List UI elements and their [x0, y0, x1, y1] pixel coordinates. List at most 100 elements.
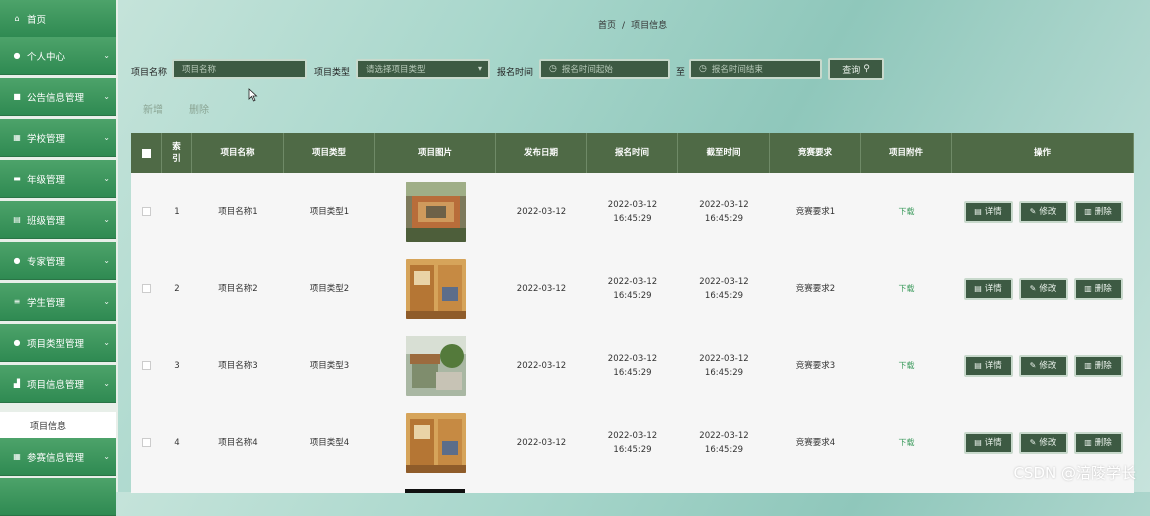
cell-text: 2022-03-12 16:45:29 [607, 430, 658, 455]
breadcrumb-home[interactable]: 首页 [598, 21, 616, 31]
sidebar-item-label: 学校管理 [27, 133, 66, 145]
detail-button[interactable]: ▤ 详情 [963, 354, 1013, 377]
detail-button[interactable]: ▤ 详情 [963, 200, 1013, 223]
chevron-down-icon: ⌄ [103, 133, 110, 142]
delete-button[interactable]: ▥ 删除 [1073, 200, 1123, 223]
cell-text: 项目名称4 [218, 437, 258, 448]
sidebar-item[interactable]: ● 专家管理 ⌄ [0, 242, 116, 280]
sidebar-item[interactable]: ▦ 学校管理 ⌄ [0, 119, 116, 157]
header-label: 索引 [172, 142, 181, 164]
chevron-down-icon: ⌄ [103, 379, 110, 388]
sidebar-item[interactable]: ⌂ 首页 [0, 0, 116, 38]
header-image: 项目图片 [375, 133, 496, 173]
cell-text: 4 [174, 437, 180, 448]
header-date: 发布日期 [496, 133, 587, 173]
name-search-input[interactable]: 项目名称 [172, 59, 307, 79]
checkbox[interactable] [141, 148, 151, 158]
edit-button[interactable]: ✎ 修改 [1018, 277, 1068, 300]
sidebar-item[interactable]: ▬ 年级管理 ⌄ [0, 160, 116, 198]
button-label: 修改 [1039, 437, 1057, 448]
cell-index: 2 [162, 250, 192, 327]
cell-start: 2022-03-12 16:45:29 [587, 173, 678, 250]
pencil-icon: ✎ [1029, 360, 1037, 370]
delete-button[interactable]: ▥ 删除 [1073, 431, 1123, 454]
cell-text: 项目类型4 [309, 437, 350, 448]
breadcrumb-current: 项目信息 [631, 21, 668, 31]
select-all-checkbox[interactable] [131, 133, 162, 173]
time-end-input[interactable]: ◷ 报名时间结束 [689, 59, 822, 79]
sidebar-item-partial[interactable] [0, 478, 116, 516]
search-button[interactable]: 查询 ⚲ [828, 58, 884, 80]
cell-image [375, 250, 496, 327]
sidebar-item-label: 班级管理 [27, 215, 66, 227]
cell-name: 项目名称2 [192, 250, 284, 327]
cell-attachment: 下载 [861, 173, 952, 250]
document-icon: ▤ [974, 360, 982, 370]
table-header: 索引 项目名称 项目类型 项目图片 发布日期 报名时间 截至时间 竞赛要求 项目附件 操作 [131, 133, 1134, 173]
cell-requirement: 竞赛要求2 [770, 250, 861, 327]
header-label: 截至时间 [706, 148, 741, 158]
delete-button[interactable]: ▥ 删除 [1073, 354, 1123, 377]
download-link[interactable]: 下载 [899, 282, 915, 296]
project-image [405, 335, 466, 396]
edit-button[interactable]: ✎ 修改 [1018, 354, 1068, 377]
table-row: 3 项目名称3 项目类型3 2022-03-12 2022-03-12 16:45:29… [131, 327, 1134, 404]
sidebar-item[interactable]: ▦ 参赛信息管理 ⌄ [0, 438, 116, 476]
delete-button[interactable]: ▥ 删除 [1073, 277, 1123, 300]
cell-name: 项目名称1 [192, 173, 284, 250]
trash-icon: ▥ [1084, 283, 1092, 293]
sidebar-item-label: 首页 [27, 14, 47, 26]
time-start-input[interactable]: ◷ 报名时间起始 [539, 59, 670, 79]
sidebar-item[interactable]: ● 个人中心 ⌄ [0, 37, 116, 75]
project-table: 索引 项目名称 项目类型 项目图片 发布日期 报名时间 截至时间 竞赛要求 项目附件 操作 1 项目… [131, 133, 1134, 493]
detail-button[interactable]: ▤ 详情 [963, 431, 1013, 454]
sidebar-item[interactable]: ● 项目类型管理 ⌄ [0, 324, 116, 362]
checkbox[interactable] [142, 207, 151, 216]
download-link[interactable]: 下载 [899, 205, 915, 219]
chevron-down-icon: ⌄ [103, 92, 110, 101]
edit-button[interactable]: ✎ 修改 [1018, 200, 1068, 223]
cell-text: 2022-03-12 16:45:29 [699, 353, 749, 378]
cell-start: 2022-03-12 16:45:29 [587, 327, 678, 404]
sidebar-item[interactable]: ≡ 学生管理 ⌄ [0, 283, 116, 321]
table-row: 1 项目名称1 项目类型1 2022-03-12 2022-03-12 16:45:29… [131, 173, 1134, 250]
cell-requirement: 竞赛要求4 [770, 404, 861, 481]
header-end: 截至时间 [678, 133, 770, 173]
sidebar-item-label: 年级管理 [27, 174, 66, 186]
row-checkbox-cell [131, 250, 162, 327]
cell-text: 项目名称1 [218, 206, 258, 217]
table-icon: ▤ [13, 215, 21, 224]
cell-end: 2022-03-12 16:45:29 [678, 327, 770, 404]
chevron-down-icon: ⌄ [103, 215, 110, 224]
sidebar-item[interactable]: ▟ 项目信息管理 ⌄ [0, 365, 116, 403]
document-icon: ▤ [974, 283, 982, 293]
checkbox[interactable] [142, 438, 151, 447]
cell-actions: ▤ 详情 ✎ 修改 ▥ 删除 [952, 327, 1134, 404]
header-label: 操作 [1033, 148, 1051, 158]
checkbox[interactable] [142, 361, 151, 370]
header-type: 项目类型 [284, 133, 375, 173]
header-name: 项目名称 [192, 133, 284, 173]
cell-text: 2022-03-12 16:45:29 [607, 199, 658, 224]
sidebar-subitem-project-info[interactable]: 项目信息 [0, 412, 116, 438]
header-label: 发布日期 [523, 148, 558, 158]
batch-delete-button[interactable]: 删除 [189, 101, 209, 116]
download-link[interactable]: 下载 [899, 359, 915, 373]
edit-button[interactable]: ✎ 修改 [1018, 431, 1068, 454]
cell-text: 2022-03-12 [516, 437, 567, 448]
cell-index: 1 [162, 173, 192, 250]
add-button[interactable]: 新增 [143, 101, 163, 116]
header-label: 项目图片 [417, 148, 452, 158]
download-link[interactable]: 下载 [899, 436, 915, 450]
checkbox[interactable] [142, 284, 151, 293]
header-start: 报名时间 [587, 133, 678, 173]
chevron-down-icon: ⌄ [103, 338, 110, 347]
detail-button[interactable]: ▤ 详情 [963, 277, 1013, 300]
button-label: 详情 [984, 206, 1002, 217]
cell-text: 2022-03-12 16:45:29 [699, 199, 749, 224]
cell-date: 2022-03-12 [496, 250, 587, 327]
watermark: CSDN @涪陵学长 [1013, 464, 1136, 482]
sidebar-item[interactable]: ▤ 班级管理 ⌄ [0, 201, 116, 239]
type-select[interactable]: 请选择项目类型 ▾ [356, 59, 490, 79]
sidebar-item[interactable]: ■ 公告信息管理 ⌄ [0, 78, 116, 116]
